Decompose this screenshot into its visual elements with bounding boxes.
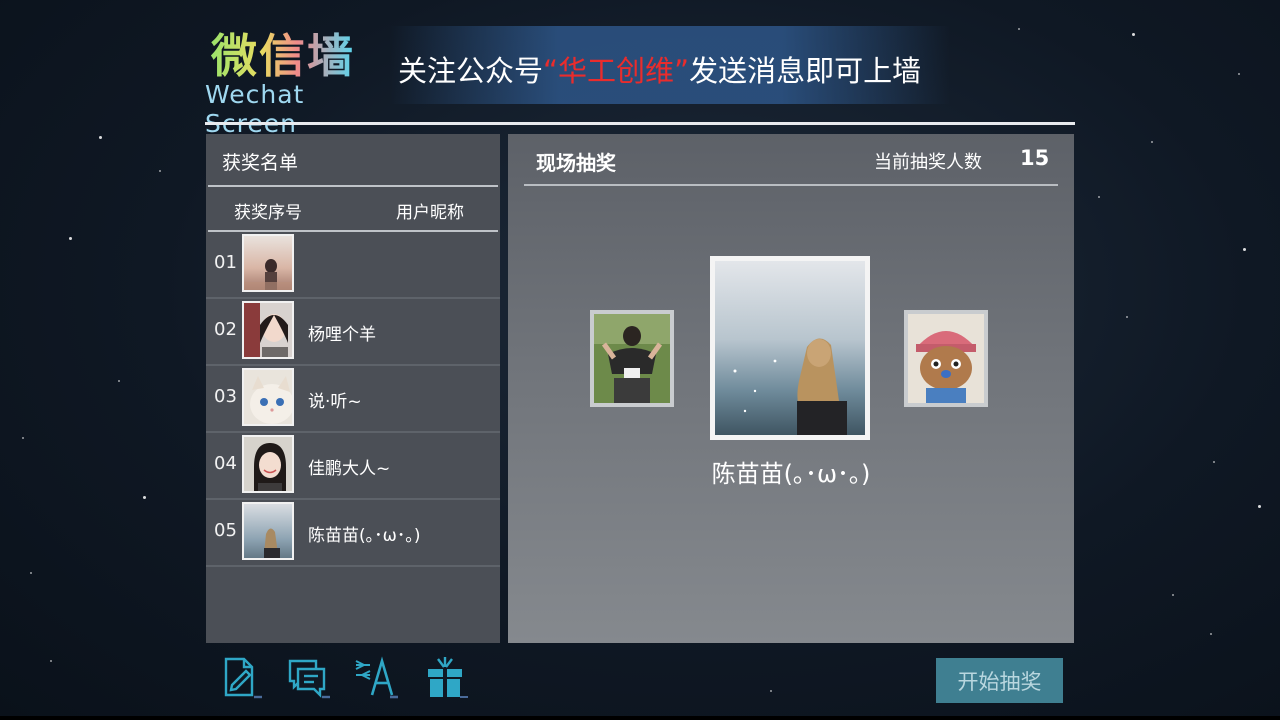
avatar: [242, 301, 294, 359]
winner-row: 01: [206, 232, 500, 299]
candidate-photo-next: [904, 310, 988, 407]
winner-nickname: 陈苗苗(｡･ω･｡): [308, 526, 421, 546]
winner-nickname: 佳鹏大人~: [308, 459, 391, 479]
header-divider: [205, 122, 1075, 125]
winner-photo: [710, 256, 870, 440]
lottery-panel: 现场抽奖 当前抽奖人数 15 陈苗苗(｡･ω･｡): [508, 134, 1074, 643]
winner-row: 05 陈苗苗(｡･ω･｡): [206, 500, 500, 567]
winner-nickname: 说·听~: [308, 392, 362, 412]
slogan-prefix: 关注公众号: [398, 54, 544, 88]
winner-nickname: 杨哩个羊: [308, 325, 376, 345]
winner-row: 04 佳鹏大人~: [206, 433, 500, 500]
avatar: [242, 502, 294, 560]
gift-icon[interactable]: [424, 655, 468, 699]
divider: [524, 184, 1058, 186]
avatar: [242, 435, 294, 493]
logo-english: Wechat Screen: [205, 80, 305, 138]
header: 微信墙 Wechat Screen 关注公众号“华工创维”发送消息即可上墙: [205, 18, 1075, 138]
winner-index: 03: [214, 386, 237, 407]
wechat-wall-logo: 微信墙 Wechat Screen: [205, 18, 365, 138]
start-lottery-button[interactable]: 开始抽奖: [936, 658, 1063, 703]
column-header-nickname: 用户昵称: [396, 203, 464, 223]
winner-index: 05: [214, 520, 237, 541]
avatar: [242, 368, 294, 426]
winner-row: 02 杨哩个羊: [206, 299, 500, 366]
winners-panel-title: 获奖名单: [222, 152, 299, 174]
avatar: [242, 234, 294, 292]
logo-chinese: 微信墙: [211, 20, 355, 86]
participant-count-label: 当前抽奖人数: [874, 152, 982, 173]
winner-row: 03 说·听~: [206, 366, 500, 433]
slogan-suffix: 发送消息即可上墙: [689, 54, 922, 88]
participant-count: 15: [1020, 146, 1050, 170]
lottery-panel-title: 现场抽奖: [536, 151, 616, 175]
winners-panel: 获奖名单 获奖序号 用户昵称 01 02 杨哩个羊 03 说·听~ 04 佳鹏大…: [206, 134, 500, 643]
slogan-brand: “华工创维”: [543, 54, 690, 88]
divider: [208, 185, 498, 187]
winner-name: 陈苗苗(｡･ω･｡): [711, 460, 871, 488]
winner-index: 04: [214, 453, 237, 474]
winner-index: 01: [214, 252, 237, 273]
winner-index: 02: [214, 319, 237, 340]
slogan: 关注公众号“华工创维”发送消息即可上墙: [398, 48, 921, 90]
column-header-index: 获奖序号: [234, 203, 302, 223]
candidate-photo-previous: [590, 310, 674, 407]
text-sort-icon[interactable]: [354, 655, 398, 699]
document-edit-icon[interactable]: [218, 655, 262, 699]
message-icon[interactable]: [286, 655, 330, 699]
bottom-edge: [0, 716, 1280, 720]
